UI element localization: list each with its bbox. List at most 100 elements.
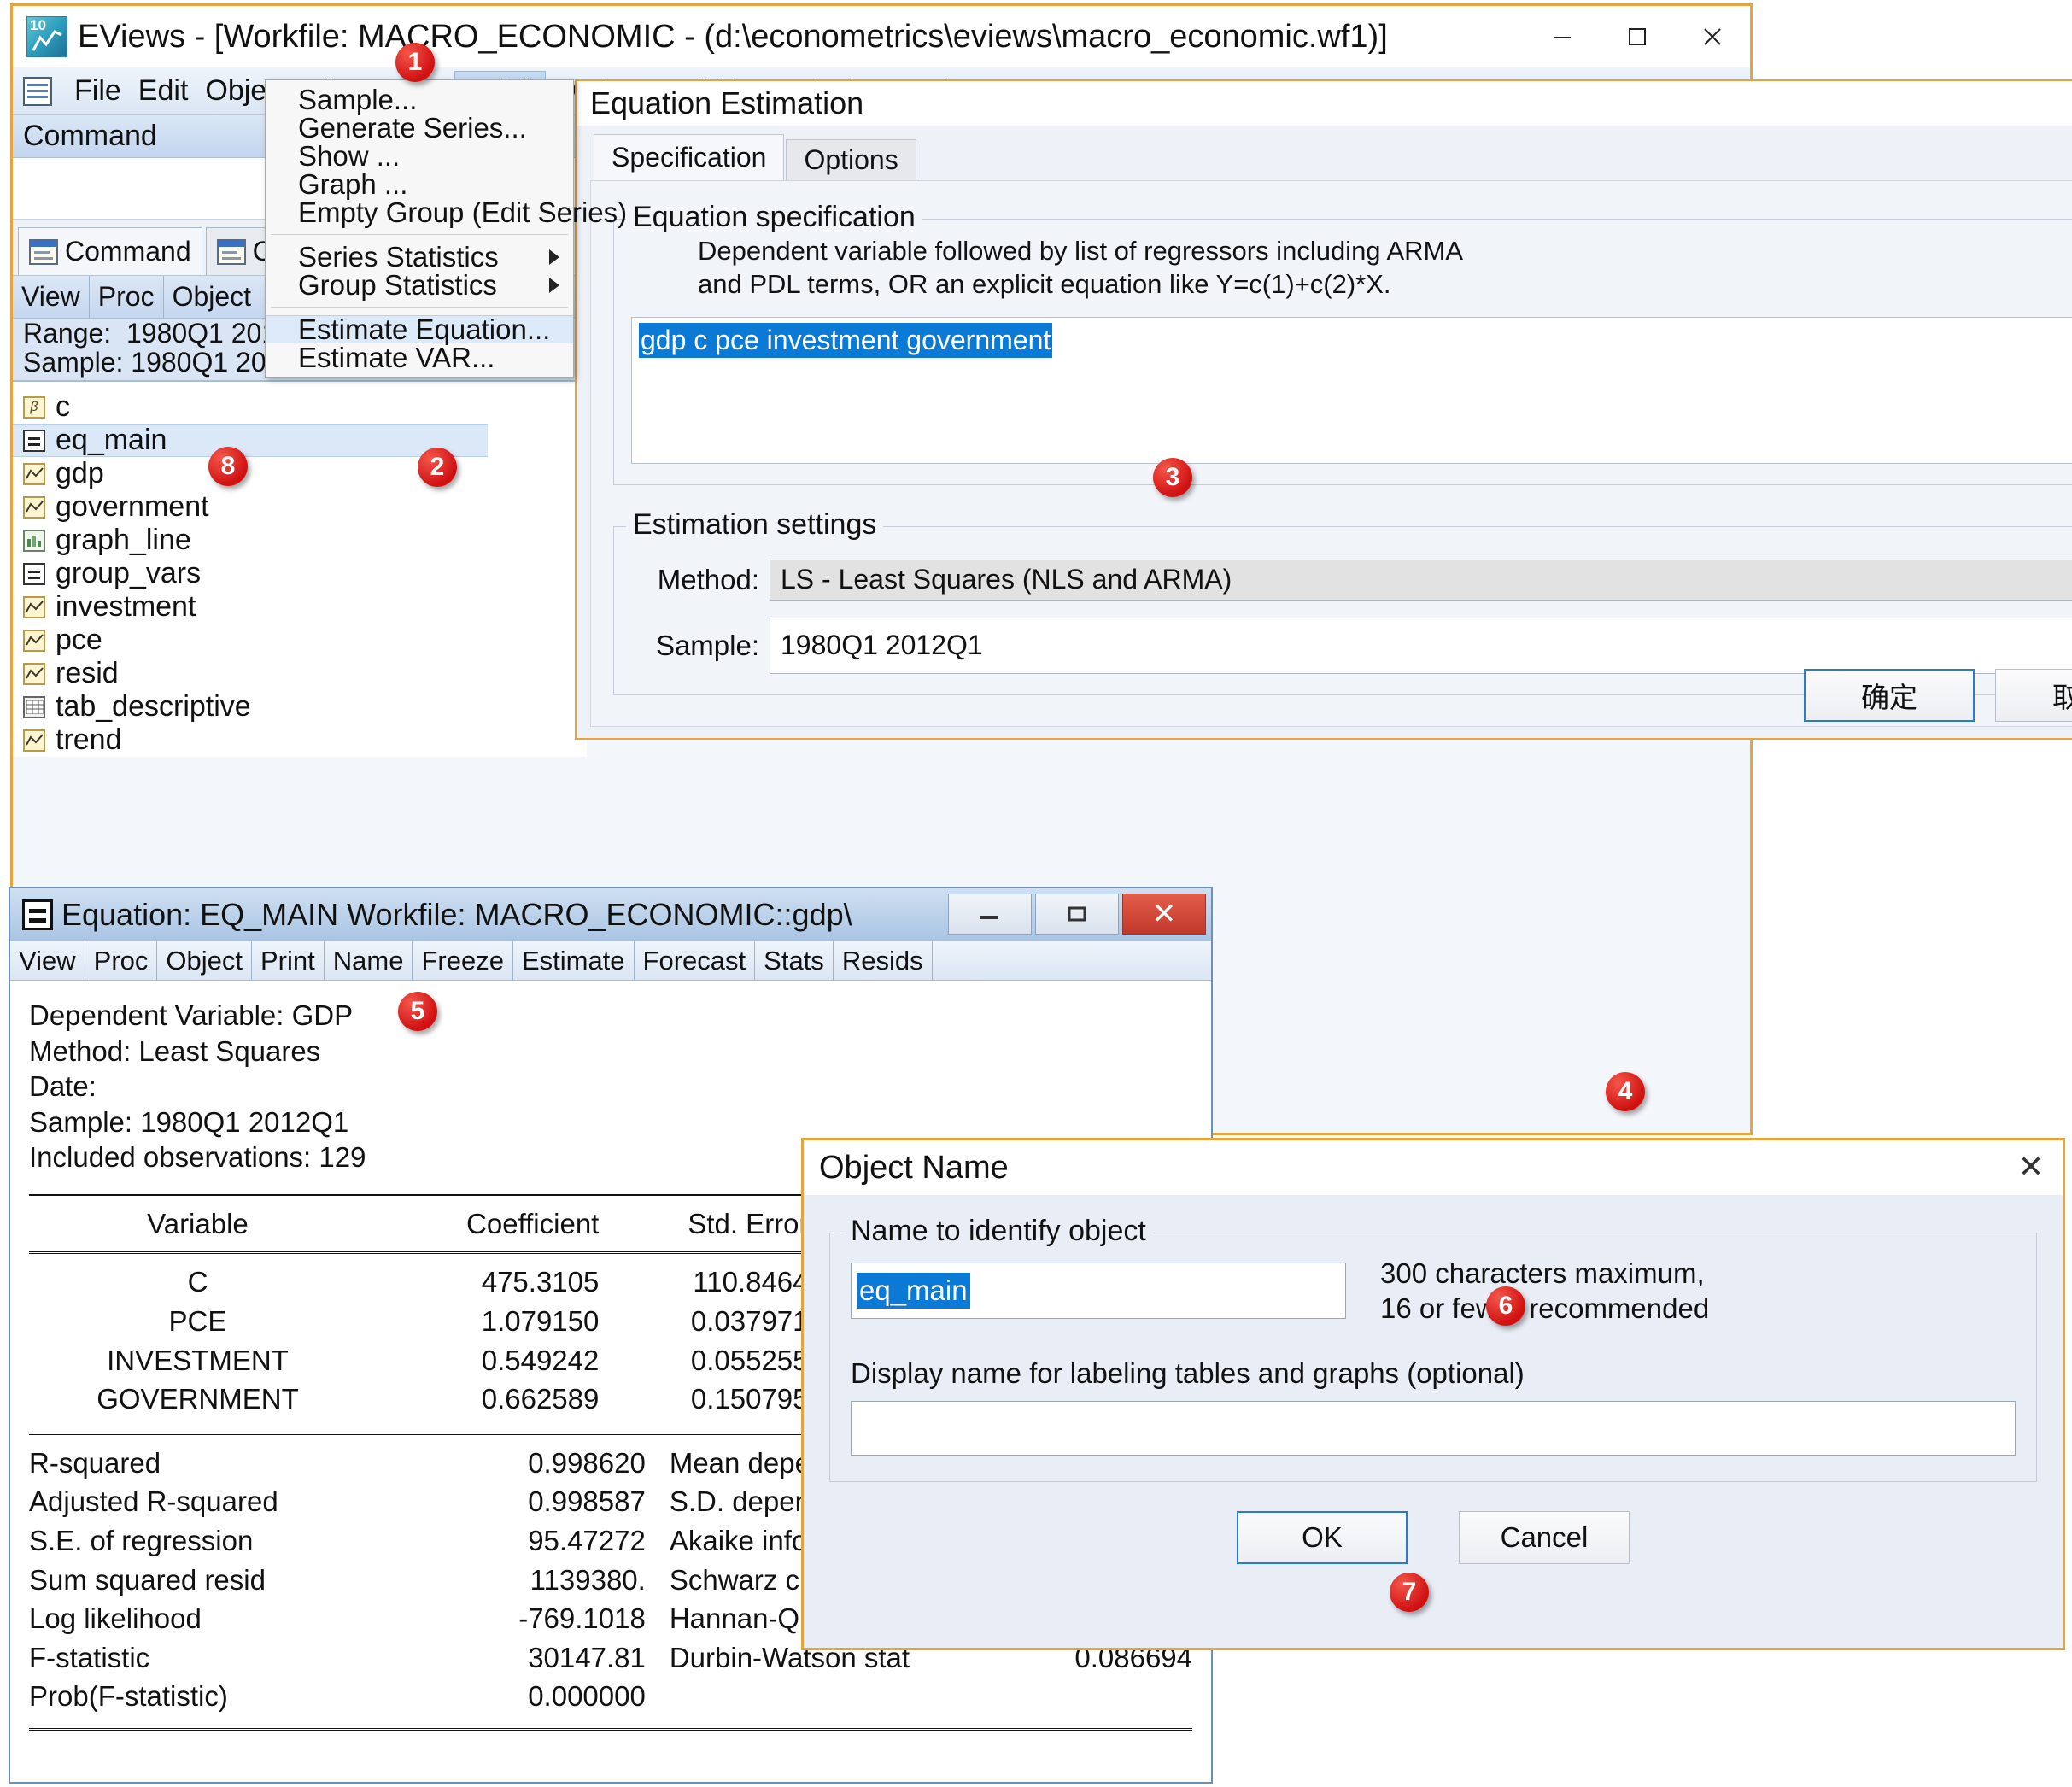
workfile-object-button[interactable]: Object [164,276,260,318]
series-icon [23,496,45,519]
object-name-title-bar: Object Name ✕ [804,1140,2063,1195]
eq-resids-button[interactable]: Resids [834,941,933,980]
equation-dialog-body: Equation specification Dependent variabl… [590,180,2072,727]
cell-std-error: 0.037971 [599,1302,808,1341]
menu-group-statistics[interactable]: Group Statistics [266,271,573,299]
object-name-note: 300 characters maximum, 16 or fewer reco… [1380,1256,1709,1327]
stat-label-left: Prob(F-statistic) [29,1677,413,1716]
eviews-chart-glyph [32,30,63,52]
equation-specification-group: Equation specification Dependent variabl… [613,219,2072,485]
sample-value: 1980Q1 2012Q1 [781,630,983,661]
stat-label-left: F-statistic [29,1638,413,1678]
display-name-input[interactable] [851,1401,2016,1456]
menu-estimate-equation[interactable]: Estimate Equation... [266,315,573,343]
object-row-c[interactable]: β c [13,390,587,424]
method-select[interactable]: LS - Least Squares (NLS and ARMA) [770,560,2072,601]
eq-stats-button[interactable]: Stats [755,941,834,980]
object-name-legend: Name to identify object [844,1215,1153,1248]
maximize-button[interactable] [1600,6,1675,67]
equation-minimize-button[interactable] [948,894,1032,935]
minimize-button[interactable] [1525,6,1600,67]
equation-cancel-button[interactable]: 取消 [1995,669,2072,722]
menu-sample[interactable]: Sample... [266,85,573,114]
menu-estimate-var[interactable]: Estimate VAR... [266,343,573,372]
eq-freeze-button[interactable]: Freeze [413,941,512,980]
object-name-input[interactable]: eq_main [851,1263,1346,1319]
stat-label-left: Log likelihood [29,1599,413,1638]
method-label: Method: [631,564,759,596]
equation-maximize-button[interactable] [1035,894,1119,935]
stat-label-left: S.E. of regression [29,1521,413,1561]
step-marker-8: 8 [208,447,248,486]
eq-object-button[interactable]: Object [157,941,252,980]
cell-std-error: 0.055255 [599,1341,808,1380]
menu-item-file[interactable]: File [66,71,130,111]
eq-print-button[interactable]: Print [252,941,325,980]
object-label-group-vars: group_vars [56,557,201,590]
equation-output-title: Equation: EQ_MAIN Workfile: MACRO_ECONOM… [61,897,852,933]
tab-options[interactable]: Options [786,139,916,180]
eq-estimate-button[interactable]: Estimate [513,941,635,980]
cell-variable: C [29,1263,366,1302]
header-std-error: Std. Error [599,1204,808,1244]
submenu-arrow-icon [549,249,559,265]
workfile-view-button[interactable]: View [13,276,90,318]
cell-coefficient: 1.079150 [366,1302,599,1341]
menu-series-statistics[interactable]: Series Statistics [266,243,573,271]
object-name-cancel-button[interactable]: Cancel [1459,1511,1630,1564]
output-dependent-variable: Dependent Variable: GDP [29,998,1192,1034]
equation-close-button[interactable]: ✕ [1122,894,1206,935]
menu-separator-2 [271,307,568,308]
graph-icon [23,530,45,552]
object-label-graph-line: graph_line [56,524,191,557]
eq-proc-button[interactable]: Proc [85,941,158,980]
equation-spec-input[interactable]: gdp c pce investment government [631,317,2072,464]
object-row-gdp[interactable]: gdp [13,457,587,490]
menu-empty-group[interactable]: Empty Group (Edit Series) [266,198,573,226]
menu-item-edit[interactable]: Edit [130,71,197,111]
tab-command[interactable]: Command [18,227,202,275]
menu-graph[interactable]: Graph ... [266,170,573,198]
eq-forecast-button[interactable]: Forecast [635,941,756,980]
sample-label: Sample: [631,630,759,662]
series-icon [23,729,45,752]
object-name-ok-button[interactable]: OK [1237,1511,1408,1564]
step-marker-7: 7 [1390,1573,1429,1612]
object-label-government: government [56,490,209,524]
step-marker-6: 6 [1486,1286,1525,1326]
object-row-government[interactable]: government [13,490,587,524]
object-row-pce[interactable]: pce [13,624,587,657]
coef-icon: β [23,396,45,419]
eq-view-button[interactable]: View [10,941,85,980]
workfile-proc-button[interactable]: Proc [90,276,164,318]
object-name-title: Object Name [819,1150,1009,1186]
object-label-gdp: gdp [56,457,104,490]
equation-icon [23,430,45,452]
stat-label-left: R-squared [29,1444,413,1483]
object-name-note-line2: 16 or fewer recommended [1380,1291,1709,1326]
object-row-group-vars[interactable]: group_vars [13,557,587,590]
cell-std-error: 0.150795 [599,1380,808,1419]
workfile-sample-label: Sample: [23,347,123,378]
menu-show[interactable]: Show ... [266,142,573,170]
capture-tab-icon [217,239,246,265]
menu-generate-series[interactable]: Generate Series... [266,114,573,142]
object-row-resid[interactable]: resid [13,657,587,690]
quick-dropdown-menu: Sample... Generate Series... Show ... Gr… [265,79,574,378]
tab-specification[interactable]: Specification [594,134,784,180]
object-row-investment[interactable]: investment [13,590,587,624]
object-row-eq-main[interactable]: eq_main [13,424,488,457]
close-icon[interactable]: ✕ [2018,1149,2044,1185]
output-sample: Sample: 1980Q1 2012Q1 [29,1104,1192,1140]
stat-label-left: Adjusted R-squared [29,1482,413,1521]
object-row-graph-line[interactable]: graph_line [13,524,587,557]
equation-spec-hint-line1: Dependent variable followed by list of r… [631,235,2072,268]
stat-value-left: 0.998620 [413,1444,645,1483]
eq-name-button[interactable]: Name [325,941,413,980]
close-button[interactable] [1675,6,1750,67]
equation-ok-button[interactable]: 确定 [1804,669,1975,722]
object-row-tab-descriptive[interactable]: tab_descriptive [13,690,587,724]
object-label-resid: resid [56,657,119,690]
object-name-body: Name to identify object eq_main 300 char… [804,1195,2063,1583]
object-row-trend[interactable]: trend [13,724,587,757]
